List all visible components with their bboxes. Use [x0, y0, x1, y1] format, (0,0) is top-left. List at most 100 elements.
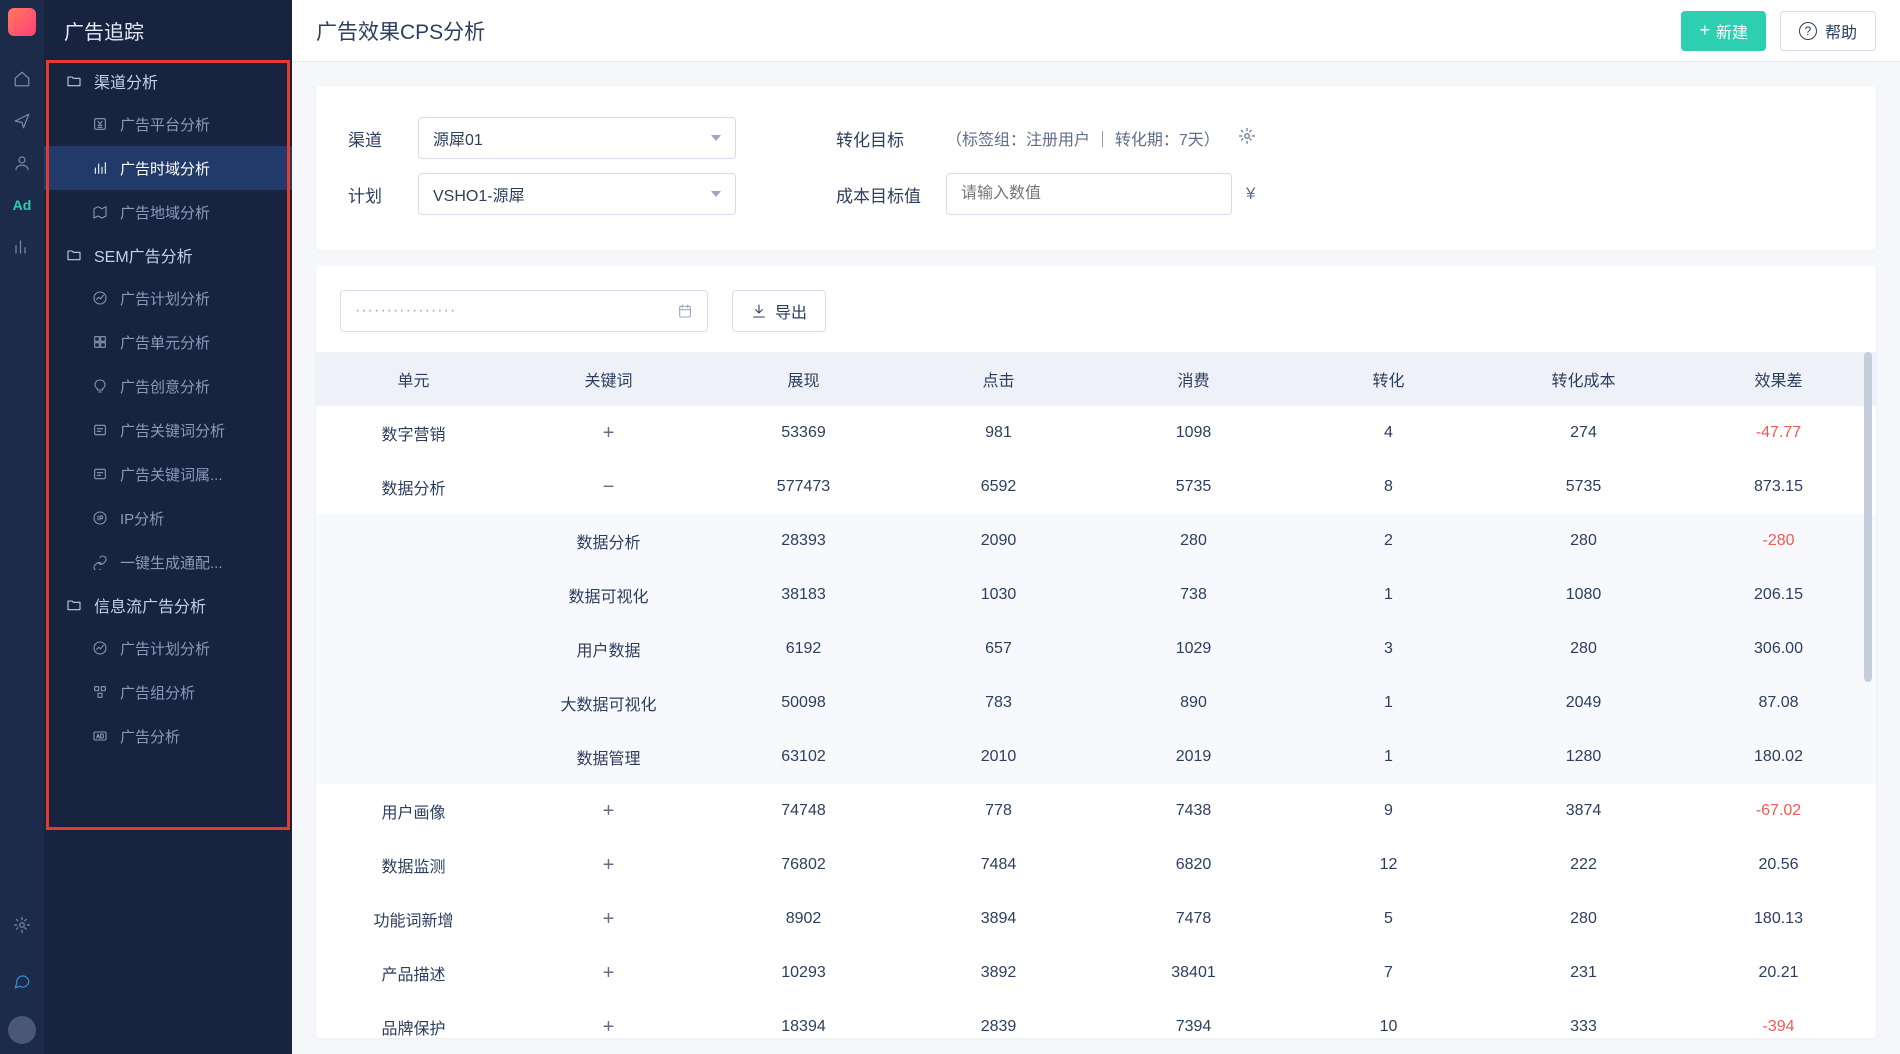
new-button[interactable]: 新建 [1681, 11, 1766, 51]
table-row[interactable]: 功能词新增+8902389474785280180.13 [316, 892, 1876, 946]
table-cell: 76802 [706, 838, 901, 892]
table-header[interactable]: 效果差 [1681, 352, 1876, 406]
plan-select[interactable]: VSHO1-源犀 [418, 173, 736, 215]
channel-select[interactable]: 源犀01 [418, 117, 736, 159]
rail-user-icon[interactable] [0, 142, 44, 184]
date-range-input[interactable]: ················ [340, 290, 708, 332]
table-header[interactable]: 单元 [316, 352, 511, 406]
table-row[interactable]: 数据分析−5774736592573585735873.15 [316, 460, 1876, 514]
sidebar-cat-feed[interactable]: 信息流广告分析 [44, 584, 292, 626]
expand-icon[interactable]: + [603, 908, 615, 930]
table-cell: 63102 [706, 730, 901, 784]
sidebar-item-sem-keyword[interactable]: 广告关键词分析 [44, 408, 292, 452]
sidebar-cat-sem[interactable]: SEM广告分析 [44, 234, 292, 276]
table-row[interactable]: 品牌保护+183942839739410333-394 [316, 1000, 1876, 1038]
rail-home-icon[interactable] [0, 58, 44, 100]
table-cell: 2010 [901, 730, 1096, 784]
calendar-icon [677, 303, 693, 319]
rail-settings-icon[interactable] [0, 904, 44, 946]
table-header[interactable]: 转化 [1291, 352, 1486, 406]
export-button[interactable]: 导出 [732, 290, 826, 332]
table-cell: 数据可视化 [511, 568, 706, 622]
expand-icon[interactable]: + [603, 962, 615, 984]
table-row[interactable]: 大数据可视化500987838901204987.08 [316, 676, 1876, 730]
sidebar-item-feed-group[interactable]: 广告组分析 [44, 670, 292, 714]
table-header[interactable]: 点击 [901, 352, 1096, 406]
table-cell: 大数据可视化 [511, 676, 706, 730]
sidebar-item-sem-keyword-attr[interactable]: 广告关键词属... [44, 452, 292, 496]
sidebar-item-time[interactable]: 广告时域分析 [44, 146, 292, 190]
rail-chat-icon[interactable] [0, 960, 44, 1002]
cost-input[interactable] [946, 173, 1232, 215]
sidebar: 广告追踪 渠道分析 广告平台分析 广告时域分析 广告地域分析 SEM广告分析 广… [44, 0, 292, 1054]
sidebar-item-platform[interactable]: 广告平台分析 [44, 102, 292, 146]
sidebar-item-sem-ip[interactable]: IP分析 [44, 496, 292, 540]
expand-icon[interactable]: + [603, 422, 615, 444]
table-cell: 6192 [706, 622, 901, 676]
table-cell: 5735 [1096, 460, 1291, 514]
table-row[interactable]: 数据监测+76802748468201222220.56 [316, 838, 1876, 892]
gear-icon[interactable] [1238, 127, 1256, 150]
expand-icon[interactable]: − [603, 476, 615, 498]
table-cell: 74748 [706, 784, 901, 838]
sidebar-item-sem-creative[interactable]: 广告创意分析 [44, 364, 292, 408]
table-header[interactable]: 关键词 [511, 352, 706, 406]
sidebar-item-sem-unit[interactable]: 广告单元分析 [44, 320, 292, 364]
table-cell: 数据监测 [316, 838, 511, 892]
icon-rail: Ad [0, 0, 44, 1054]
expand-icon[interactable]: + [603, 854, 615, 876]
table-row[interactable]: 用户画像+74748778743893874-67.02 [316, 784, 1876, 838]
table-cell: 2 [1291, 514, 1486, 568]
help-button[interactable]: 帮助 [1780, 11, 1876, 51]
table-cell: 7 [1291, 946, 1486, 1000]
table-cell: 8 [1291, 460, 1486, 514]
table-row[interactable]: 产品描述+10293389238401723120.21 [316, 946, 1876, 1000]
table-cell: 280 [1486, 622, 1681, 676]
sidebar-item-feed-ad[interactable]: 广告分析 [44, 714, 292, 758]
goal-summary: （标签组：注册用户 ｜ 转化期：7天） [946, 126, 1220, 150]
expand-icon[interactable]: + [603, 1016, 615, 1038]
table-cell: 数据分析 [511, 514, 706, 568]
table-cell: -67.02 [1681, 784, 1876, 838]
rail-ad-icon[interactable]: Ad [0, 184, 44, 226]
scrollbar-thumb[interactable] [1864, 352, 1872, 682]
rail-send-icon[interactable] [0, 100, 44, 142]
table-header[interactable]: 消费 [1096, 352, 1291, 406]
sidebar-item-feed-plan[interactable]: 广告计划分析 [44, 626, 292, 670]
data-panel: ················ 导出 单元关键词展现点击消费转化转化成本效果差… [316, 266, 1876, 1038]
table-row[interactable]: 数字营销+5336998110984274-47.77 [316, 406, 1876, 460]
currency-label: ¥ [1246, 184, 1255, 204]
table-cell: 738 [1096, 568, 1291, 622]
table-cell: 53369 [706, 406, 901, 460]
table-scroll[interactable]: 单元关键词展现点击消费转化转化成本效果差 数字营销+53369981109842… [316, 352, 1876, 1038]
table-cell: 577473 [706, 460, 901, 514]
rail-avatar[interactable] [8, 1016, 36, 1044]
sidebar-item-sem-generate[interactable]: 一键生成通配... [44, 540, 292, 584]
table-cell: 1030 [901, 568, 1096, 622]
table-cell: 1 [1291, 568, 1486, 622]
sidebar-item-region[interactable]: 广告地域分析 [44, 190, 292, 234]
page-header: 广告效果CPS分析 新建 帮助 [292, 0, 1900, 62]
table-header[interactable]: 展现 [706, 352, 901, 406]
expand-icon[interactable]: + [603, 800, 615, 822]
table-cell: + [511, 406, 706, 460]
table-cell: + [511, 946, 706, 1000]
link-icon [92, 554, 108, 570]
app-logo [8, 8, 36, 36]
table-row[interactable]: 数据管理631022010201911280180.02 [316, 730, 1876, 784]
rail-chart-icon[interactable] [0, 226, 44, 268]
table-cell: 28393 [706, 514, 901, 568]
bulb-icon [92, 378, 108, 394]
table-row[interactable]: 数据可视化38183103073811080206.15 [316, 568, 1876, 622]
table-cell: 8902 [706, 892, 901, 946]
table-cell: 274 [1486, 406, 1681, 460]
table-row[interactable]: 数据分析2839320902802280-280 [316, 514, 1876, 568]
bars-icon [92, 160, 108, 176]
data-table: 单元关键词展现点击消费转化转化成本效果差 数字营销+53369981109842… [316, 352, 1876, 1038]
sidebar-cat-channel[interactable]: 渠道分析 [44, 60, 292, 102]
sidebar-item-sem-plan[interactable]: 广告计划分析 [44, 276, 292, 320]
table-row[interactable]: 用户数据619265710293280306.00 [316, 622, 1876, 676]
table-cell [316, 568, 511, 622]
table-header[interactable]: 转化成本 [1486, 352, 1681, 406]
tag-icon [92, 466, 108, 482]
